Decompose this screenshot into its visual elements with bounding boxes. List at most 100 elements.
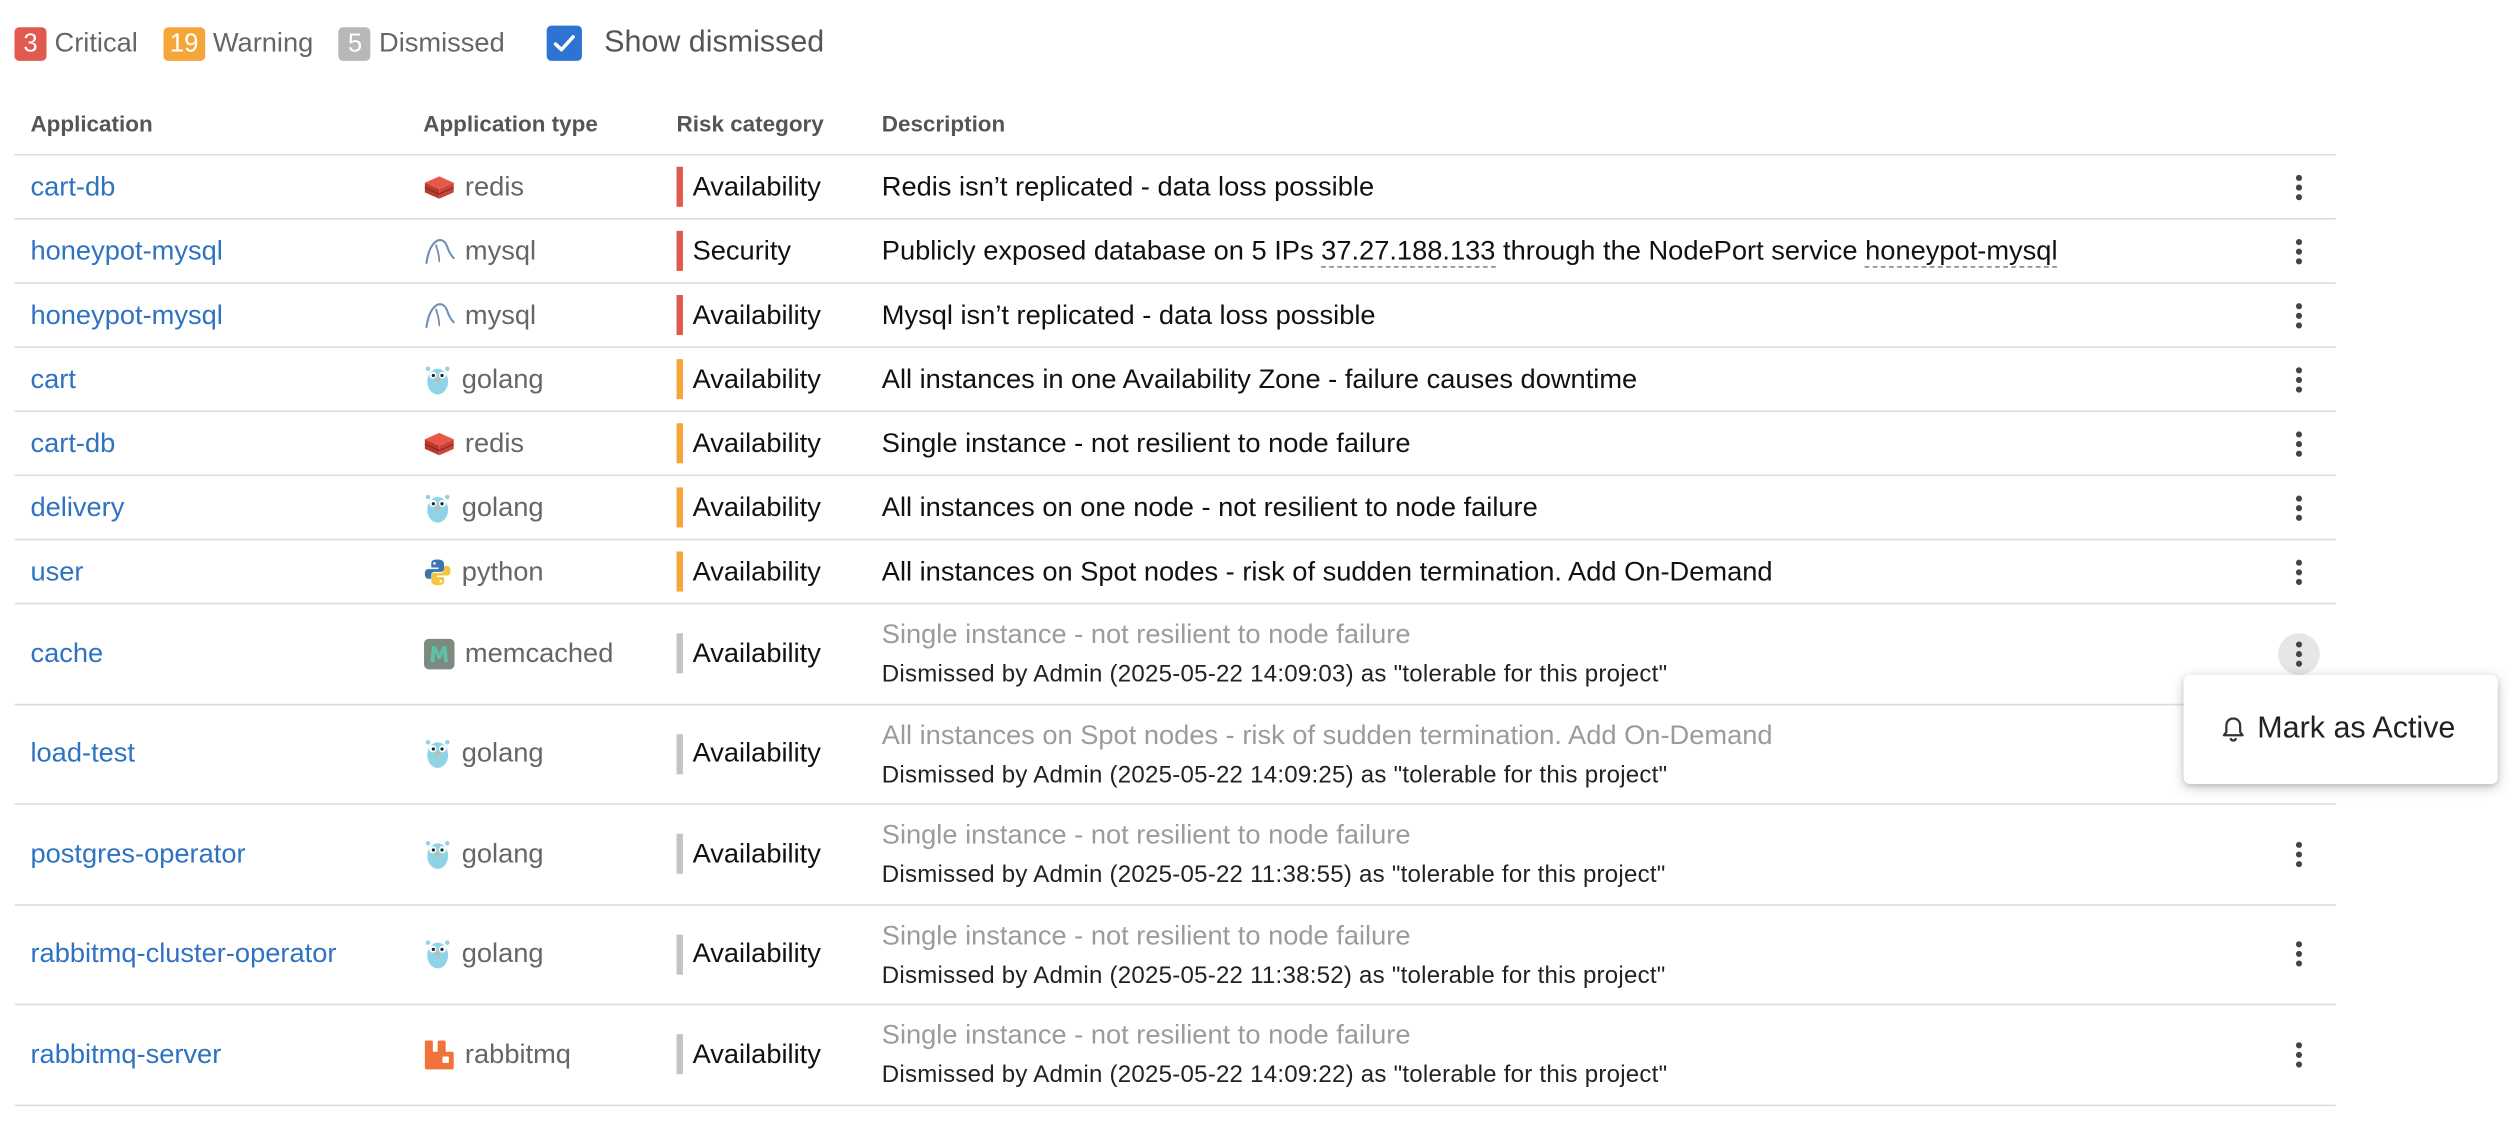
table-row: rabbitmq-cluster-operator golang Availabil…	[14, 905, 2336, 1006]
application-link[interactable]: cart-db	[30, 171, 115, 201]
row-actions-button[interactable]	[2278, 551, 2320, 593]
header-risk-category[interactable]: Risk category	[662, 110, 866, 136]
mark-as-active-label[interactable]: Mark as Active	[2257, 712, 2455, 747]
table-body: cart-db redis Availability Redis isn’t repl…	[14, 156, 2336, 1106]
mark-as-active-menu-item[interactable]: Mark as Active	[2184, 712, 2455, 747]
risk-category: Availability	[676, 733, 866, 774]
more-vertical-icon	[2295, 366, 2303, 392]
redis-icon	[423, 174, 465, 200]
risk-category-label: Availability	[692, 427, 821, 458]
more-vertical-icon	[2295, 941, 2303, 967]
golang-icon	[423, 491, 461, 523]
dismissed-summary: 5 Dismissed	[338, 26, 505, 61]
severity-indicator	[676, 487, 683, 528]
risk-description: All instances in one Availability Zone -…	[881, 363, 1638, 394]
show-dismissed-toggle[interactable]: Show dismissed	[546, 25, 824, 61]
row-actions-button[interactable]	[2278, 833, 2320, 875]
application-type-label: golang	[461, 737, 544, 769]
show-dismissed-label[interactable]: Show dismissed	[604, 26, 824, 61]
row-actions-button[interactable]	[2278, 632, 2320, 675]
application-type: memcached	[423, 638, 662, 670]
row-actions-button[interactable]	[2278, 487, 2320, 529]
application-link[interactable]: honeypot-mysql	[30, 299, 222, 329]
application-type-label: redis	[464, 170, 525, 202]
application-link[interactable]: rabbitmq-server	[30, 1038, 221, 1068]
application-link[interactable]: delivery	[30, 491, 124, 521]
description-text: through the NodePort service	[1495, 234, 1866, 266]
row-actions-button[interactable]	[2278, 294, 2320, 336]
application-type-label: python	[461, 555, 544, 586]
show-dismissed-checkbox[interactable]	[546, 25, 582, 61]
risk-category-label: Availability	[692, 737, 821, 769]
table-row: cart-db redis Availability Single instance …	[14, 412, 2336, 477]
header-description: Description	[881, 109, 1006, 136]
warning-summary: 19 Warning	[163, 26, 313, 61]
risk-category-label: Availability	[692, 363, 821, 394]
table-row: load-test golang Availability All instances…	[14, 705, 2336, 805]
table-header: Application Application type Risk catego…	[14, 91, 2336, 156]
golang-icon	[423, 938, 461, 970]
redis-icon	[423, 430, 465, 456]
dismissal-note: Dismissed by Admin (2025-05-22 11:38:52)…	[881, 961, 1666, 989]
severity-indicator	[676, 834, 683, 875]
warning-count-badge: 19	[163, 26, 205, 61]
row-actions-button[interactable]	[2278, 230, 2320, 272]
risk-category: Availability	[676, 359, 866, 400]
row-actions-button[interactable]	[2278, 933, 2320, 975]
row-actions-button[interactable]	[2278, 422, 2320, 464]
risk-category: Availability	[676, 294, 866, 336]
application-link[interactable]: cart	[30, 363, 75, 393]
application-link[interactable]: load-test	[30, 738, 135, 768]
more-vertical-icon	[2295, 558, 2303, 585]
risk-description: Single instance - not resilient to node …	[881, 427, 1411, 458]
row-actions-button[interactable]	[2278, 1034, 2320, 1076]
rabbitmq-icon	[423, 1038, 465, 1070]
application-link[interactable]: cart-db	[30, 427, 115, 457]
dismissed-label: Dismissed	[379, 27, 505, 58]
bell-icon	[2222, 717, 2244, 742]
dismissal-note: Dismissed by Admin (2025-05-22 11:38:55)…	[881, 861, 1666, 889]
row-actions-button[interactable]	[2278, 166, 2320, 208]
description-text: Publicly exposed database on 5 IPs	[881, 234, 1322, 266]
more-vertical-icon	[2295, 302, 2303, 328]
checkmark-icon	[553, 35, 575, 52]
exposed-ip-link[interactable]: 37.27.188.133	[1321, 234, 1496, 267]
nodeport-service-link[interactable]: honeypot-mysql	[1865, 234, 2058, 267]
application-link[interactable]: honeypot-mysql	[30, 235, 222, 265]
risk-category-label: Availability	[692, 298, 821, 330]
header-application[interactable]: Application	[14, 110, 407, 136]
critical-label: Critical	[54, 27, 138, 58]
header-application-type[interactable]: Application type	[407, 110, 662, 136]
application-type: mysql	[423, 235, 662, 267]
table-row: honeypot-mysql mysql Security Publicly expo…	[14, 220, 2336, 284]
risk-category-label: Availability	[692, 637, 821, 669]
application-type-label: mysql	[464, 298, 537, 330]
risk-description: Redis isn’t replicated - data loss possi…	[881, 170, 1375, 202]
table-row: cart-db redis Availability Redis isn’t repl…	[14, 156, 2336, 220]
severity-indicator	[676, 294, 683, 336]
risk-category: Security	[676, 230, 866, 271]
application-link[interactable]: cache	[30, 638, 103, 668]
application-link[interactable]: postgres-operator	[30, 838, 245, 868]
golang-icon	[423, 838, 461, 870]
severity-indicator	[676, 230, 683, 271]
python-icon	[423, 557, 461, 586]
application-type: mysql	[423, 299, 662, 331]
row-actions-button[interactable]	[2278, 358, 2320, 400]
application-type-label: rabbitmq	[464, 1038, 571, 1069]
risk-description: All instances on Spot nodes - risk of su…	[881, 555, 1773, 586]
critical-count-badge: 3	[14, 26, 47, 61]
risk-category-label: Availability	[692, 555, 821, 586]
application-type-label: redis	[464, 427, 525, 458]
risk-category-label: Availability	[692, 838, 821, 869]
risk-category-label: Availability	[692, 1038, 821, 1069]
application-link[interactable]: user	[30, 556, 83, 586]
application-type: golang	[423, 738, 662, 770]
risk-description: Single instance - not resilient to node …	[881, 819, 1411, 851]
risk-description: All instances on Spot nodes - risk of su…	[881, 719, 1773, 750]
risk-category: Availability	[676, 487, 866, 528]
risk-category-label: Availability	[692, 170, 821, 202]
dismissal-note: Dismissed by Admin (2025-05-22 14:09:03)…	[881, 660, 1668, 689]
risk-description: Single instance - not resilient to node …	[881, 619, 1411, 650]
application-link[interactable]: rabbitmq-cluster-operator	[30, 938, 336, 968]
